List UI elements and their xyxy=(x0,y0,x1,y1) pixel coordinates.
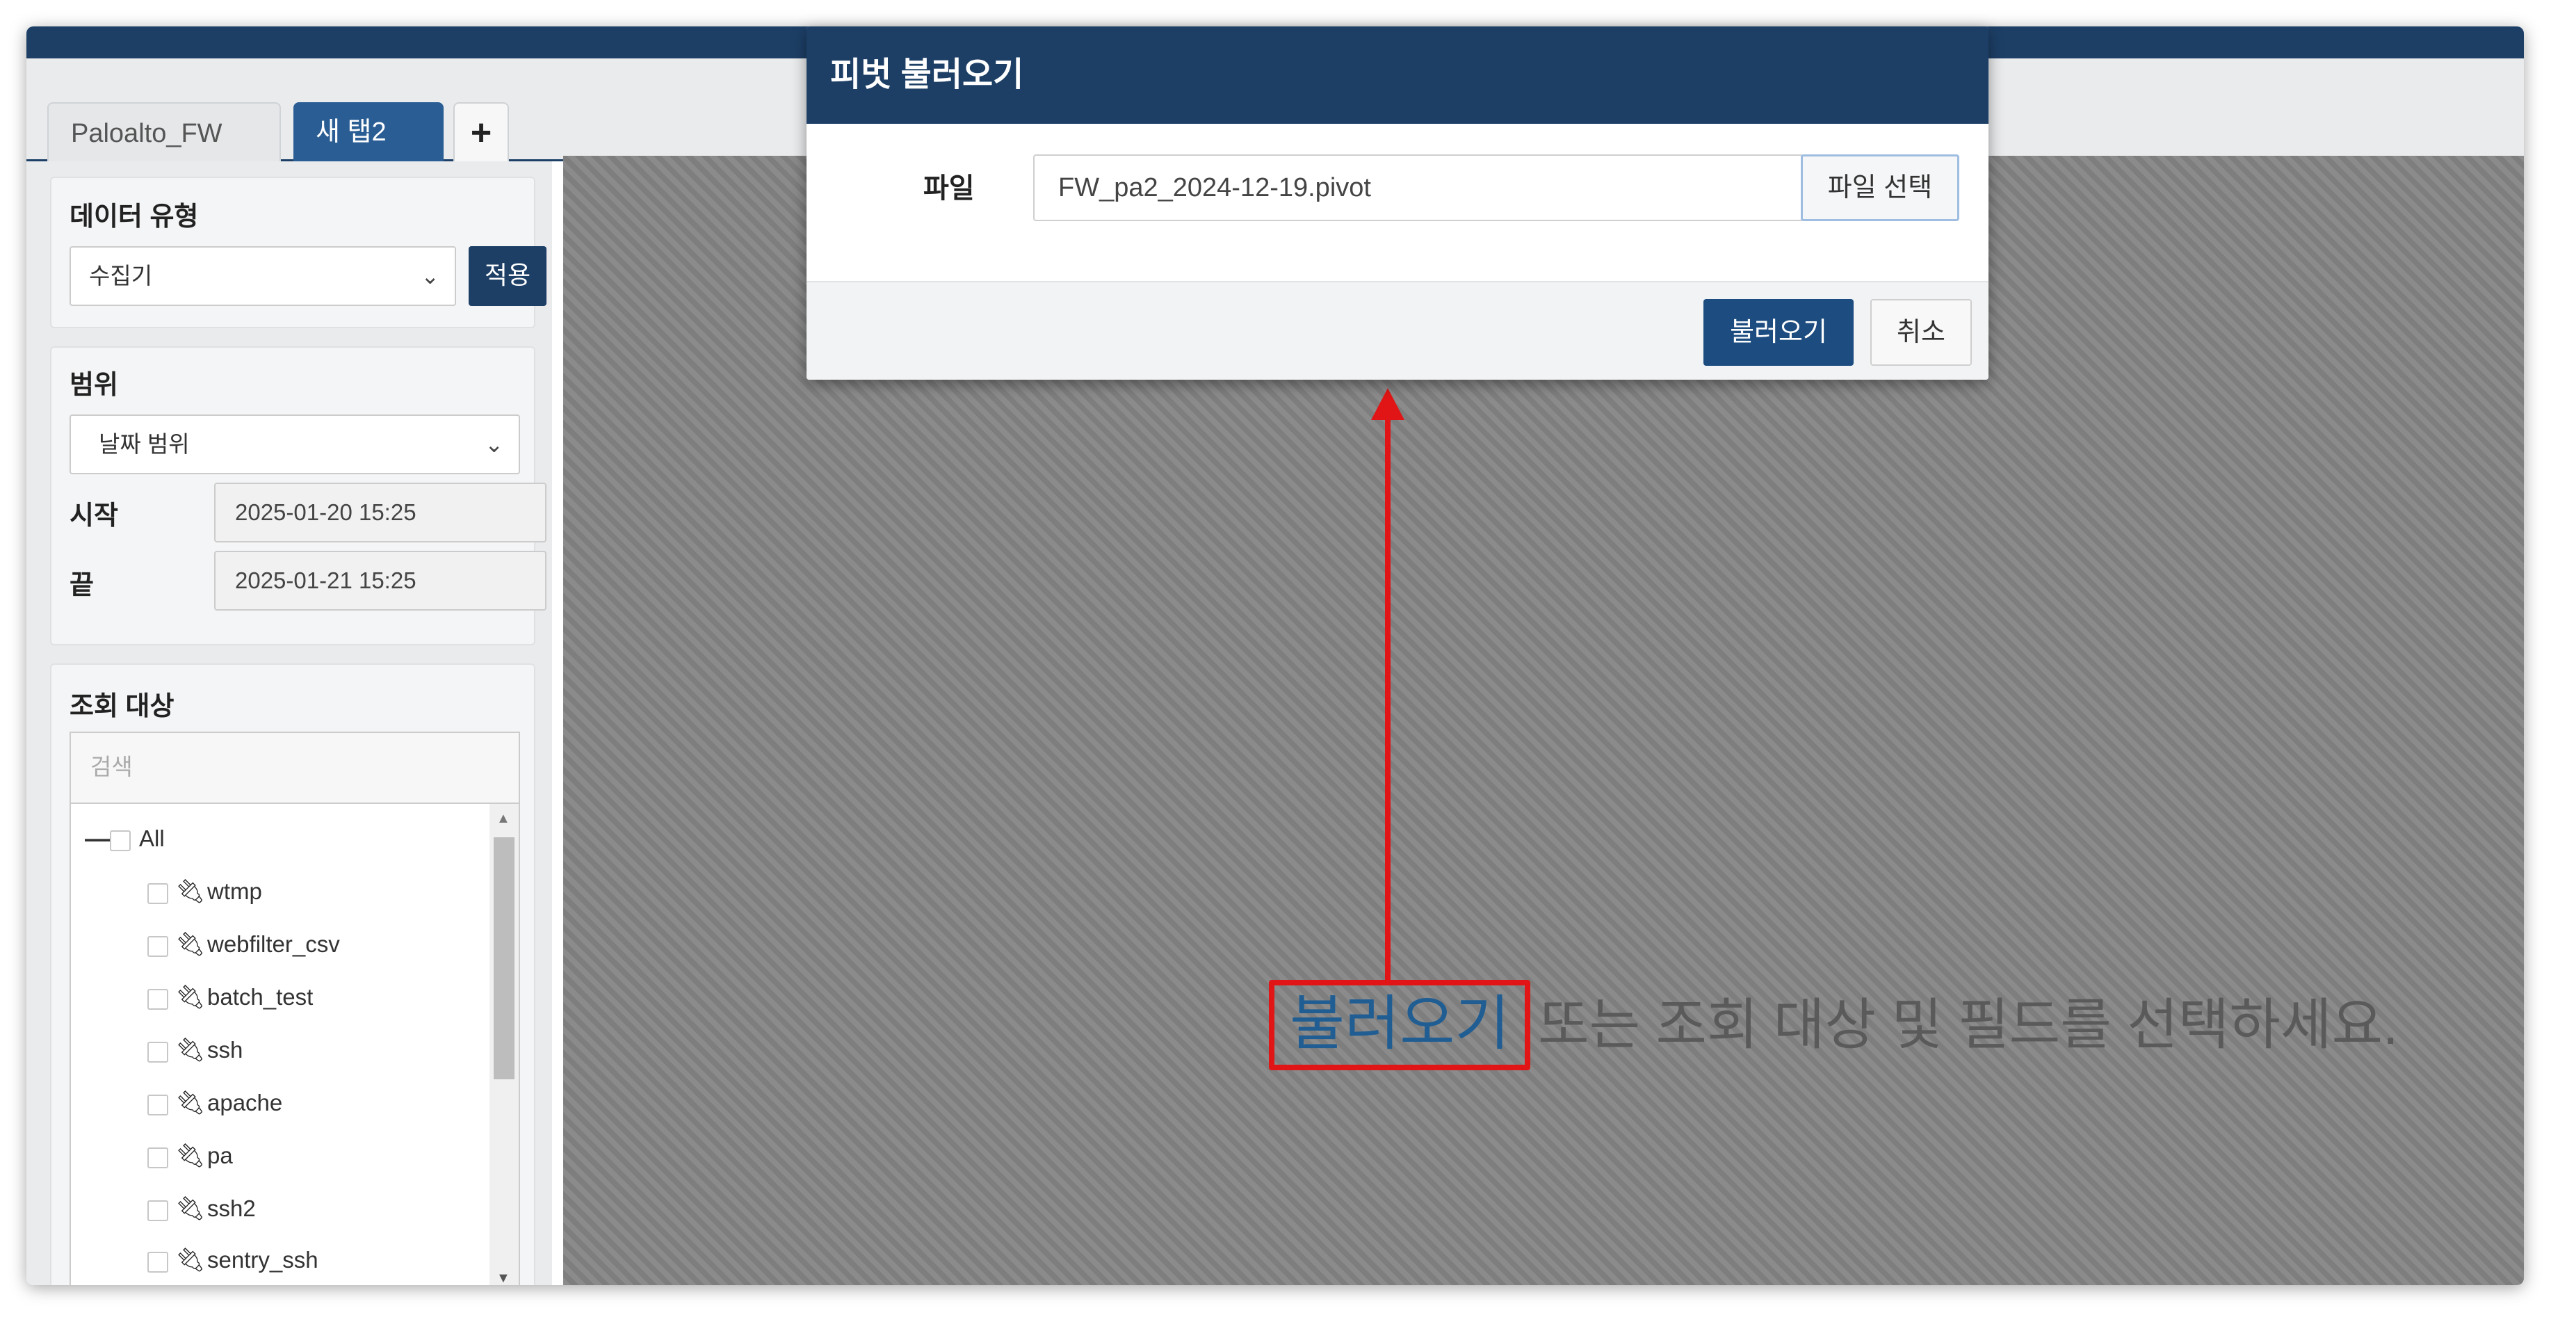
tree-root-label: All xyxy=(139,825,165,851)
targets-title: 조회 대상 xyxy=(70,692,175,721)
annotation-arrow-head xyxy=(1371,388,1404,420)
item-checkbox[interactable] xyxy=(147,883,168,904)
item-label: sentry_apache xyxy=(207,1284,357,1285)
plug-icon: 🔌︎ xyxy=(175,1143,206,1169)
range-selected: 날짜 범위 xyxy=(99,431,190,457)
tree-root-checkbox[interactable] xyxy=(110,830,131,851)
scroll-thumb[interactable] xyxy=(494,837,515,1079)
minus-icon[interactable]: — xyxy=(85,818,110,860)
hint-text: 또는 조회 대상 및 필드를 선택하세요. xyxy=(1537,994,2399,1056)
hint-load-link[interactable]: 불러오기 xyxy=(1269,980,1531,1070)
item-label: wtmp xyxy=(207,878,262,904)
sidebar: 데이터 유형 수집기 ⌄ 적용 범위 날짜 범위 ⌄ 시작 2025-01-20… xyxy=(26,161,552,1285)
annotation-arrow-line xyxy=(1385,417,1391,982)
plug-icon: 🔌︎ xyxy=(175,931,206,958)
targets-panel: 조회 대상 검색 — All 🔌︎ wtmp 🔌︎ webfilter_csv xyxy=(50,663,535,1285)
item-label: batch_test xyxy=(207,984,314,1010)
item-label: pa xyxy=(207,1143,233,1168)
file-path-input[interactable]: FW_pa2_2024-12-19.pivot xyxy=(1033,154,1802,221)
cancel-button[interactable]: 취소 xyxy=(1870,299,1972,366)
load-button[interactable]: 불러오기 xyxy=(1703,299,1854,366)
item-label: ssh xyxy=(207,1037,243,1063)
plug-icon: 🔌︎ xyxy=(175,1284,205,1285)
plug-icon: 🔌︎ xyxy=(175,1090,206,1116)
item-checkbox[interactable] xyxy=(147,1042,168,1063)
item-checkbox[interactable] xyxy=(147,989,168,1010)
modal-footer: 불러오기 취소 xyxy=(807,281,1988,380)
apply-button[interactable]: 적용 xyxy=(469,246,546,306)
item-checkbox[interactable] xyxy=(147,1147,168,1168)
item-checkbox[interactable] xyxy=(147,1095,168,1115)
item-label: ssh2 xyxy=(207,1195,256,1221)
plug-icon: 🔌︎ xyxy=(175,984,206,1010)
plug-icon: 🔌︎ xyxy=(175,1195,206,1222)
range-select[interactable]: 날짜 범위 ⌄ xyxy=(70,414,520,474)
data-type-selected: 수집기 xyxy=(89,263,153,289)
empty-state-hint: 불러오기 또는 조회 대상 및 필드를 선택하세요. xyxy=(1269,980,2398,1070)
target-tree: — All 🔌︎ wtmp 🔌︎ webfilter_csv 🔌︎ batch_… xyxy=(70,803,520,1285)
item-label: apache xyxy=(207,1090,283,1115)
tab-paloalto-fw[interactable]: Paloalto_FW xyxy=(47,102,281,162)
range-title: 범위 xyxy=(70,371,118,400)
range-panel: 범위 날짜 범위 ⌄ 시작 2025-01-20 15:25 끝 2025-01… xyxy=(50,346,546,645)
plug-icon: 🔌︎ xyxy=(175,878,206,905)
choose-file-button[interactable]: 파일 선택 xyxy=(1801,154,1959,221)
tree-scrollbar[interactable]: ▲ ▼ xyxy=(489,804,519,1285)
end-label: 끝 xyxy=(70,571,94,600)
item-label: sentry_ssh xyxy=(207,1247,318,1273)
item-label: webfilter_csv xyxy=(207,931,340,957)
modal-title: 피벗 불러오기 xyxy=(807,26,1988,124)
target-search-input[interactable]: 검색 xyxy=(70,732,520,803)
start-label: 시작 xyxy=(70,501,118,531)
plug-icon: 🔌︎ xyxy=(175,1247,206,1273)
tab-new-tab-2[interactable]: 새 탭2 xyxy=(293,102,444,162)
add-tab-button[interactable]: + xyxy=(453,102,509,162)
data-type-select[interactable]: 수집기 ⌄ xyxy=(70,246,456,306)
scroll-down-icon[interactable]: ▼ xyxy=(496,1271,510,1285)
chevron-down-icon: ⌄ xyxy=(485,432,503,457)
data-type-title: 데이터 유형 xyxy=(70,202,199,232)
start-date-input[interactable]: 2025-01-20 15:25 xyxy=(214,483,546,542)
item-checkbox[interactable] xyxy=(147,1200,168,1221)
chevron-down-icon: ⌄ xyxy=(421,264,439,289)
scroll-up-icon[interactable]: ▲ xyxy=(496,811,510,827)
load-pivot-modal: 피벗 불러오기 파일 FW_pa2_2024-12-19.pivot 파일 선택… xyxy=(807,26,1988,380)
end-date-input[interactable]: 2025-01-21 15:25 xyxy=(214,551,546,611)
plug-icon: 🔌︎ xyxy=(175,1037,206,1063)
item-checkbox[interactable] xyxy=(147,936,168,957)
item-checkbox[interactable] xyxy=(147,1252,168,1273)
data-type-panel: 데이터 유형 수집기 ⌄ 적용 xyxy=(50,177,546,328)
file-label: 파일 xyxy=(923,173,975,204)
